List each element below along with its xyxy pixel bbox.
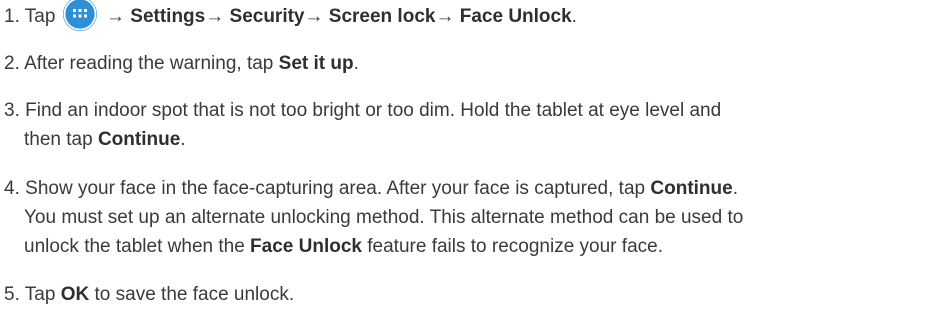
step-1: 1. Tap → Settings→ Security→ Screen lock…: [4, 0, 577, 31]
step-5: 5. Tap OK to save the face unlock.: [4, 283, 294, 307]
continue-label-1: Continue: [97, 129, 181, 150]
face-unlock-label-2: Face Unlock: [250, 236, 362, 257]
step-4-end-1: .: [732, 178, 738, 199]
set-it-up-label: Set it up: [278, 53, 354, 74]
step-5-number: 5.: [4, 284, 20, 305]
apps-icon: [62, 0, 97, 31]
security-label: Security: [229, 6, 305, 28]
face-unlock-label: Face Unlock: [459, 6, 572, 28]
arrow-3: →: [304, 6, 324, 28]
step-4-line-2: You must set up an alternate unlocking m…: [24, 206, 743, 230]
screen-lock-label: Screen lock: [328, 6, 436, 28]
step-3-line-1: 3. Find an indoor spot that is not too b…: [4, 99, 721, 123]
step-3-line-2: then tap Continue.: [24, 128, 186, 152]
step-3-number: 3.: [4, 100, 20, 121]
step-4-line-3: unlock the tablet when the Face Unlock f…: [24, 235, 663, 259]
arrow-4: →: [435, 6, 455, 28]
step-4-line-1: 4. Show your face in the face-capturing …: [4, 177, 738, 201]
step-4-text-2: You must set up an alternate unlocking m…: [24, 207, 744, 228]
arrow-1: →: [106, 6, 125, 28]
step-3-text-2: then tap: [24, 129, 98, 150]
step-4-text-3: unlock the tablet when the: [24, 236, 251, 257]
ok-label: OK: [60, 284, 90, 305]
continue-label-2: Continue: [650, 178, 733, 199]
step-2-end: .: [353, 53, 359, 74]
settings-label: Settings: [130, 6, 206, 28]
step-1-pre: Tap: [24, 6, 56, 28]
step-5-pre: Tap: [24, 284, 61, 305]
step-4-number: 4.: [4, 178, 20, 199]
step-5-end: to save the face unlock.: [89, 284, 295, 305]
step-4-end-3: feature fails to recognize your face.: [361, 236, 663, 257]
step-4-text-1: Show your face in the face-capturing are…: [25, 178, 651, 199]
step-3-end: .: [180, 129, 186, 150]
step-1-number: 1.: [4, 6, 20, 28]
instruction-steps: 1. Tap → Settings→ Security→ Screen lock…: [0, 0, 931, 326]
step-2: 2. After reading the warning, tap Set it…: [4, 52, 359, 76]
step-2-number: 2.: [4, 53, 20, 74]
step-2-pre: After reading the warning, tap: [24, 53, 279, 74]
arrow-2: →: [205, 6, 225, 28]
step-1-end: .: [571, 6, 577, 28]
step-3-text-1: Find an indoor spot that is not too brig…: [25, 100, 722, 121]
